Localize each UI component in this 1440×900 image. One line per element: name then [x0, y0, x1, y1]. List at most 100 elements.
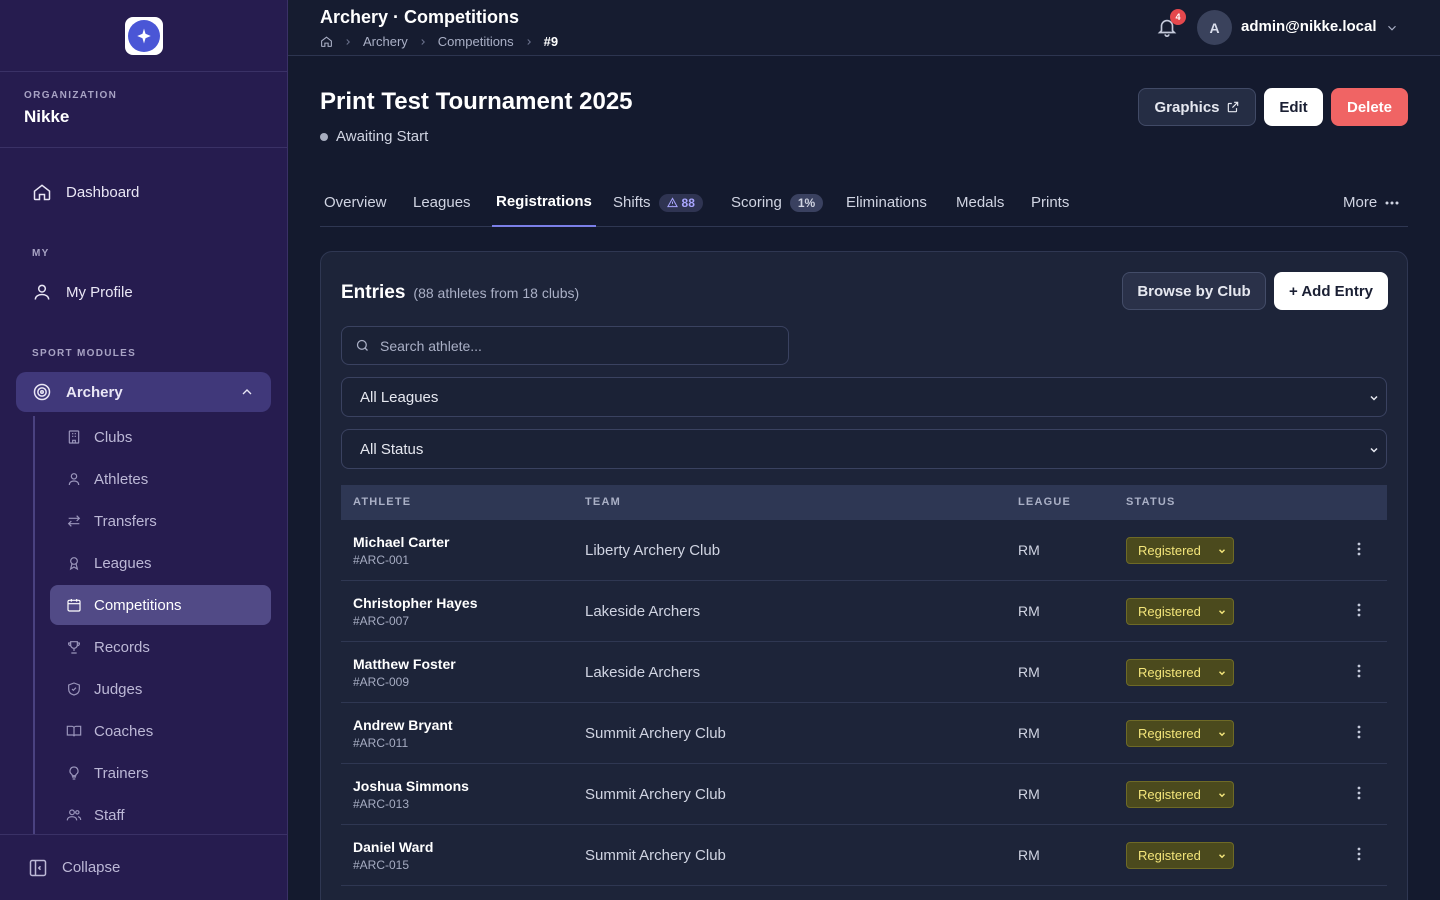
chevron-down-icon: [1218, 671, 1226, 676]
athlete-team: Summit Archery Club: [585, 786, 726, 803]
status-select[interactable]: Registered: [1126, 659, 1234, 686]
status-select[interactable]: Registered: [1126, 598, 1234, 625]
home-icon[interactable]: [320, 35, 333, 48]
tab-medals[interactable]: Medals: [952, 178, 1008, 227]
column-athlete[interactable]: ATHLETE: [353, 496, 411, 508]
users-icon: [66, 809, 82, 821]
graphics-button[interactable]: Graphics: [1138, 88, 1256, 126]
table-row[interactable]: Joshua Simmons #ARC-013 Summit Archery C…: [341, 764, 1387, 825]
tab-prints[interactable]: Prints: [1027, 178, 1073, 227]
sidebar-item-coaches-label: Coaches: [94, 722, 154, 740]
sidebar-item-trainers-label: Trainers: [94, 764, 149, 782]
tab-overview[interactable]: Overview: [320, 178, 391, 227]
athlete-team: Lakeside Archers: [585, 664, 701, 681]
sidebar-item-coaches[interactable]: Coaches: [50, 711, 271, 751]
column-status[interactable]: STATUS: [1126, 496, 1176, 508]
nav-my-profile-label: My Profile: [66, 283, 133, 301]
athlete-name[interactable]: Matthew Foster: [353, 656, 456, 672]
collapse-button[interactable]: Collapse: [0, 834, 287, 900]
status-select[interactable]: Registered: [1126, 720, 1234, 747]
organization-label: ORGANIZATION: [24, 90, 118, 101]
notification-badge: 4: [1170, 9, 1186, 25]
athlete-name[interactable]: Daniel Ward: [353, 839, 433, 855]
status-select[interactable]: Registered: [1126, 537, 1234, 564]
page-heading: Archery · Competitions: [320, 7, 520, 27]
sidebar-item-trainers[interactable]: Trainers: [50, 753, 271, 793]
chevron-down-icon: [1218, 732, 1226, 737]
more-vertical-icon[interactable]: [1357, 603, 1361, 617]
status-select[interactable]: Registered: [1126, 781, 1234, 808]
nav-my-profile[interactable]: My Profile: [16, 272, 271, 312]
athlete-code: #ARC-013: [353, 797, 410, 811]
user-email[interactable]: admin@nikke.local: [1241, 18, 1377, 35]
delete-button[interactable]: Delete: [1331, 88, 1408, 126]
status-select[interactable]: Registered: [1126, 842, 1234, 869]
table-row[interactable]: Michael Carter #ARC-001 Liberty Archery …: [341, 520, 1387, 581]
app-logo[interactable]: [124, 16, 163, 55]
league-filter-value: All Leagues: [360, 388, 439, 406]
sidebar-item-judges[interactable]: Judges: [50, 669, 271, 709]
breadcrumb-competitions[interactable]: Competitions: [438, 34, 514, 49]
add-entry-button[interactable]: + Add Entry: [1274, 272, 1388, 310]
athlete-league: RM: [1018, 603, 1040, 619]
athlete-league: RM: [1018, 664, 1040, 680]
chevron-right-icon: [346, 38, 350, 45]
more-vertical-icon[interactable]: [1357, 664, 1361, 678]
more-vertical-icon[interactable]: [1357, 786, 1361, 800]
breadcrumb-archery[interactable]: Archery: [363, 34, 408, 49]
nav-dashboard[interactable]: Dashboard: [16, 172, 271, 212]
tab-registrations[interactable]: Registrations: [492, 178, 596, 227]
table-row[interactable]: Andrew Bryant #ARC-011 Summit Archery Cl…: [341, 703, 1387, 764]
table-row[interactable]: Daniel Ward #ARC-015 Summit Archery Club…: [341, 825, 1387, 886]
tab-eliminations[interactable]: Eliminations: [842, 178, 931, 227]
athlete-league: RM: [1018, 786, 1040, 802]
column-league[interactable]: LEAGUE: [1018, 496, 1071, 508]
more-vertical-icon[interactable]: [1357, 542, 1361, 556]
scoring-progress-badge: 1%: [789, 193, 824, 212]
chevron-down-icon: [1218, 610, 1226, 615]
browse-by-club-button[interactable]: Browse by Club: [1122, 272, 1266, 310]
external-link-icon: [1227, 101, 1238, 113]
column-team[interactable]: TEAM: [585, 496, 621, 508]
nav-archery-label: Archery: [66, 383, 123, 401]
athlete-name[interactable]: Joshua Simmons: [353, 778, 469, 794]
athlete-name[interactable]: Christopher Hayes: [353, 595, 477, 611]
tab-scoring[interactable]: Scoring 1%: [727, 178, 827, 227]
athlete-team: Liberty Archery Club: [585, 542, 721, 559]
status-select-value: Registered: [1138, 848, 1201, 863]
entries-card: Entries (88 athletes from 18 clubs) Brow…: [320, 251, 1408, 900]
entries-table: ATHLETE TEAM LEAGUE STATUS Michael Carte…: [341, 485, 1387, 886]
edit-button[interactable]: Edit: [1264, 88, 1323, 126]
nav-archery[interactable]: Archery: [16, 372, 271, 412]
search-input[interactable]: [380, 337, 780, 354]
sidebar-item-competitions[interactable]: Competitions: [50, 585, 271, 625]
athlete-name[interactable]: Michael Carter: [353, 534, 449, 550]
sidebar-item-clubs[interactable]: Clubs: [50, 417, 271, 457]
more-vertical-icon[interactable]: [1357, 847, 1361, 861]
status-select-value: Registered: [1138, 665, 1201, 680]
table-row[interactable]: Matthew Foster #ARC-009 Lakeside Archers…: [341, 642, 1387, 703]
athlete-name[interactable]: Andrew Bryant: [353, 717, 453, 733]
more-vertical-icon[interactable]: [1357, 725, 1361, 739]
athlete-code: #ARC-001: [353, 553, 410, 567]
organization-block: ORGANIZATION Nikke: [0, 72, 287, 148]
league-filter-select[interactable]: All Leagues: [341, 377, 1387, 417]
sidebar-item-athletes[interactable]: Athletes: [50, 459, 271, 499]
sidebar-item-staff[interactable]: Staff: [50, 795, 271, 835]
avatar[interactable]: A: [1197, 10, 1232, 45]
chevron-down-icon[interactable]: [1385, 21, 1399, 35]
chevron-down-icon: [1370, 395, 1378, 401]
tab-more[interactable]: More: [1339, 178, 1403, 227]
status-filter-select[interactable]: All Status: [341, 429, 1387, 469]
chevron-up-icon: [242, 389, 252, 395]
sidebar: ORGANIZATION Nikke Dashboard MY My Profi…: [0, 0, 288, 900]
status-text: Awaiting Start: [336, 128, 429, 145]
table-row[interactable]: Christopher Hayes #ARC-007 Lakeside Arch…: [341, 581, 1387, 642]
sidebar-item-transfers[interactable]: Transfers: [50, 501, 271, 541]
sidebar-item-leagues[interactable]: Leagues: [50, 543, 271, 583]
tab-leagues[interactable]: Leagues: [409, 178, 475, 227]
status-select-value: Registered: [1138, 787, 1201, 802]
status-select-value: Registered: [1138, 543, 1201, 558]
tab-shifts[interactable]: Shifts 88: [609, 178, 707, 227]
sidebar-item-records[interactable]: Records: [50, 627, 271, 667]
